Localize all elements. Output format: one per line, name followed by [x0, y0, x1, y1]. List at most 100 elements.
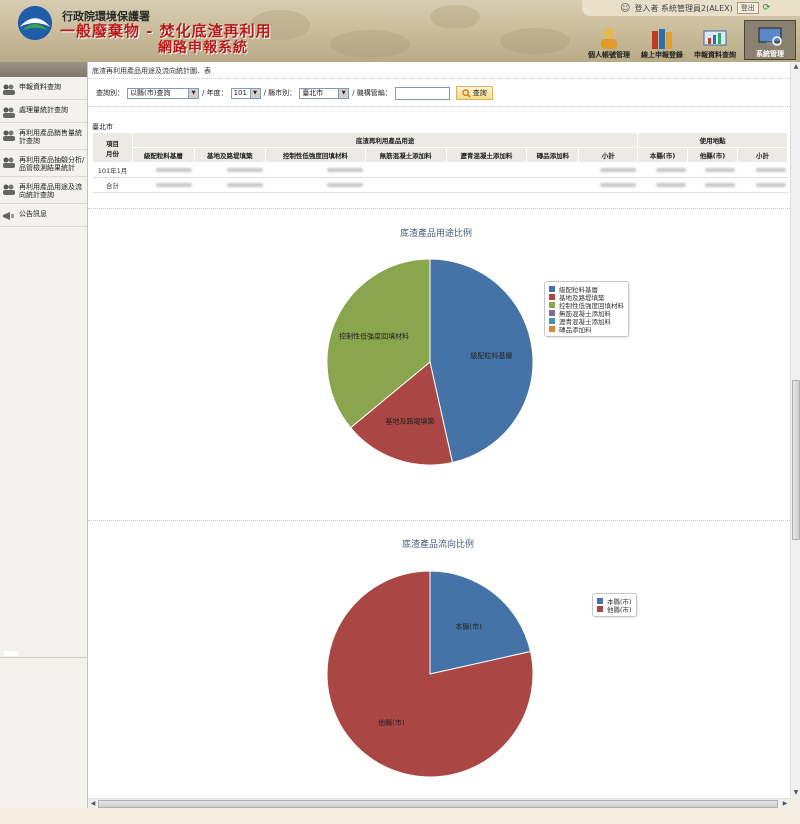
- blurred-cell: [132, 177, 195, 193]
- chevron-down-icon: ▼: [338, 88, 349, 98]
- books-icon: [652, 29, 672, 49]
- blurred-cell: [194, 162, 266, 178]
- refresh-icon[interactable]: ⟳: [763, 3, 771, 13]
- system-subtitle: 網路申報系統: [158, 40, 248, 56]
- query-bar: 查詢別： 以縣(市)查詢 ▼ / 年度： 101 ▼ / 縣市別： 臺北市 ▼ / 機…: [96, 86, 493, 100]
- person-icon: [601, 28, 617, 49]
- app-window: 行政院環境保護署 一般廢棄物 - 焚化底渣再利用 網路申報系統 ☺ 登入者 系統…: [0, 0, 800, 824]
- table-city-label: 臺北市: [92, 123, 113, 131]
- chart-icon: [703, 30, 727, 46]
- vertical-scrollbar[interactable]: ▲ ▼: [790, 62, 800, 798]
- nav-label: 線上申報登錄: [641, 51, 683, 59]
- column-header: 小計: [578, 147, 639, 163]
- blurred-cell: [365, 162, 447, 178]
- table-row: 101年1月: [92, 162, 788, 178]
- smiley-icon: ☺: [620, 2, 631, 14]
- blurred-cell: [578, 162, 638, 178]
- epa-logo-icon: [17, 5, 53, 41]
- year-select[interactable]: 101 ▼: [230, 87, 261, 99]
- users-icon: [3, 84, 15, 95]
- user-bar: ☺ 登入者 系統管理員2(ALEX) 登出 ⟳: [582, 0, 800, 16]
- slice-label: 基地及路堤填築: [385, 416, 434, 425]
- nav-label: 系統管理: [756, 50, 784, 58]
- blurred-cell: [687, 162, 738, 178]
- legend-swatch: [549, 302, 555, 308]
- legend-swatch: [549, 286, 555, 292]
- year-label: / 年度：: [202, 89, 228, 97]
- keyword-input[interactable]: [394, 86, 450, 100]
- blurred-cell: [526, 177, 579, 193]
- table-row: 合計: [92, 177, 788, 193]
- query-by-select[interactable]: 以縣(市)查詢 ▼: [127, 87, 199, 99]
- scroll-thumb[interactable]: [792, 380, 800, 540]
- usage-pie-chart: 級配粒料基層基地及路堤填築 控制性低強度回填材料: [326, 258, 534, 466]
- column-header: 磚品添加料: [526, 147, 580, 163]
- blurred-cell: [365, 177, 447, 193]
- flow-chart-title: 底渣產品流向比例: [402, 540, 475, 550]
- nav-label: 個人帳號管理: [588, 51, 630, 59]
- scroll-up-icon[interactable]: ▲: [792, 63, 800, 71]
- blurred-cell: [446, 177, 527, 193]
- column-header: 本縣(市): [637, 147, 689, 163]
- monitor-icon: [758, 27, 782, 46]
- legend-swatch: [549, 294, 555, 300]
- legend-swatch: [597, 606, 603, 612]
- main-content: 底渣再利用產品用途及流向統計圖、表 查詢別： 以縣(市)查詢 ▼ / 年度： 10…: [88, 62, 790, 798]
- row-label: 101年1月: [92, 162, 133, 178]
- nav-account-management[interactable]: 個人帳號管理: [583, 20, 635, 60]
- column-header: 瀝青混凝土添加料: [445, 147, 528, 163]
- divider: [88, 520, 790, 521]
- sidebar-item-filing-query[interactable]: 申報資料查詢: [0, 77, 87, 100]
- sidebar-item-inspection-stats[interactable]: 再利用產品抽驗分析/品管檢測結果統計: [0, 150, 87, 177]
- blurred-cell: [637, 177, 688, 193]
- divider: [88, 78, 790, 79]
- legend-swatch: [549, 318, 555, 324]
- column-header: 小計: [736, 147, 789, 163]
- sidebar-header-bar: [0, 62, 87, 77]
- column-header: 他縣(市): [687, 147, 738, 163]
- sidebar-item-announcements[interactable]: 公告訊息: [0, 204, 87, 227]
- keyword-label: / 機構管編：: [352, 89, 392, 97]
- search-button[interactable]: 查詢: [455, 86, 493, 100]
- blurred-cell: [194, 177, 266, 193]
- logout-button[interactable]: 登出: [736, 2, 759, 14]
- blurred-cell: [737, 177, 788, 193]
- col-item-month: 項目 月份: [92, 132, 133, 163]
- nav-online-filing[interactable]: 線上申報登錄: [636, 20, 688, 60]
- legend-swatch: [549, 326, 555, 332]
- search-icon: [462, 88, 471, 98]
- nav-data-query[interactable]: 申報資料查詢: [689, 20, 741, 60]
- user-info: 登入者 系統管理員2(ALEX): [634, 3, 733, 13]
- blurred-cell: [132, 162, 195, 178]
- blurred-cell: [578, 177, 638, 193]
- slice-label: 級配粒料基層: [470, 351, 512, 360]
- slice-label: 控制性低強度回填材料: [339, 332, 409, 341]
- blurred-cell: [265, 162, 366, 178]
- sidebar-item-processing-stats[interactable]: 處理量統計查詢: [0, 100, 87, 123]
- horizontal-scrollbar[interactable]: ◀ ▶: [88, 798, 790, 808]
- group-location-header: 使用地點: [637, 132, 788, 148]
- blurred-cell: [526, 162, 579, 178]
- legend-label: 磚品添加料: [559, 326, 592, 334]
- users-icon: [3, 184, 15, 195]
- usage-chart-legend: 級配粒料基層 基地及路堤填築 控制性低強度回填材料 無筋混凝土添加料 瀝青混凝土添加料磚…: [544, 281, 629, 337]
- blurred-cell: [265, 177, 366, 193]
- sidebar-item-sales-stats[interactable]: 再利用產品銷售量統計查詢: [0, 123, 87, 150]
- blurred-cell: [446, 162, 527, 178]
- column-header: 控制性低強度回填材料: [264, 147, 366, 163]
- legend-item[interactable]: 磚品添加料: [549, 325, 624, 334]
- users-icon: [3, 107, 15, 118]
- scroll-thumb[interactable]: [98, 800, 778, 808]
- nav-label: 申報資料查詢: [694, 51, 736, 59]
- scroll-down-icon[interactable]: ▼: [792, 789, 800, 797]
- nav-system-management[interactable]: 系統管理: [744, 20, 796, 60]
- sidebar: 申報資料查詢 處理量統計查詢 再利用產品銷售量統計查詢 再利用產品抽驗分析/品管…: [0, 62, 88, 808]
- scroll-right-icon[interactable]: ▶: [781, 800, 789, 808]
- county-select[interactable]: 臺北市 ▼: [299, 87, 350, 99]
- sidebar-item-usage-flow-stats[interactable]: 再利用產品用途及流向統計查詢: [0, 177, 87, 204]
- users-icon: [3, 157, 15, 168]
- scroll-left-icon[interactable]: ◀: [89, 800, 97, 808]
- legend-item[interactable]: 他縣(市): [597, 605, 632, 614]
- megaphone-icon: [3, 212, 14, 220]
- chevron-down-icon: ▼: [188, 88, 198, 98]
